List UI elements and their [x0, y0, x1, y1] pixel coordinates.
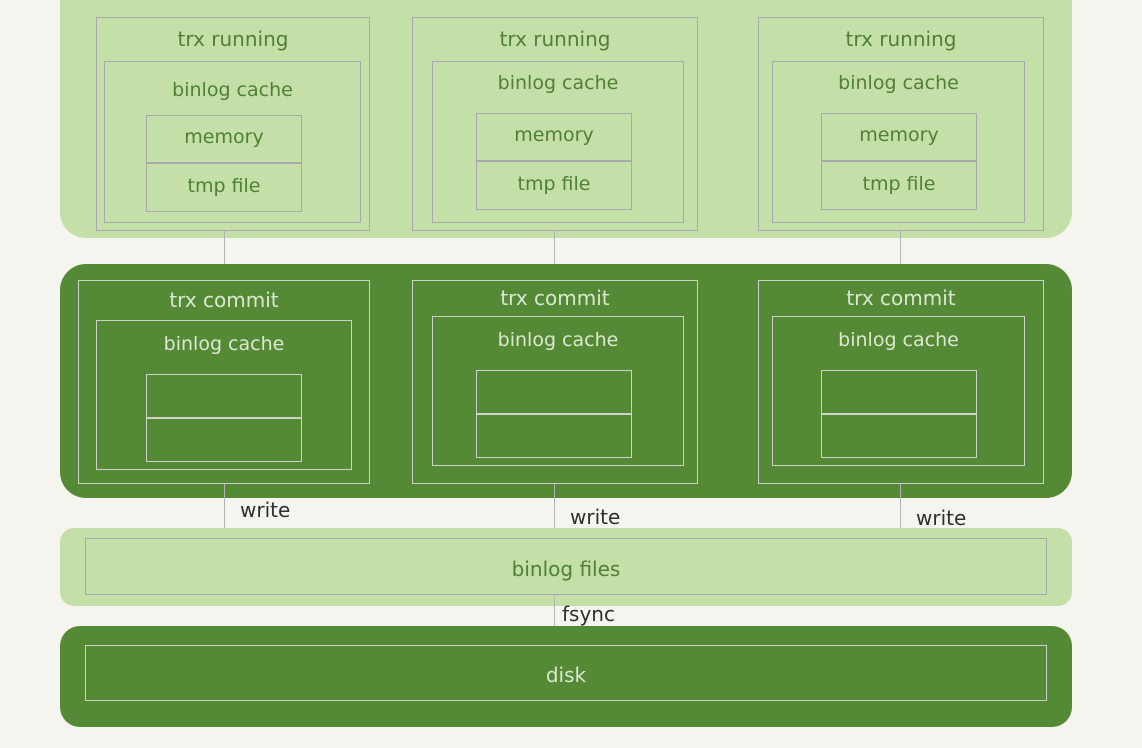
memory-box-1	[146, 115, 302, 163]
arrow-label-write-3: write	[916, 506, 967, 530]
commit-cache-row-box-2a	[476, 370, 632, 414]
arrow-label-write-1: write	[240, 498, 291, 522]
commit-cache-row-box-1a	[146, 374, 302, 418]
commit-cache-row-box-3a	[821, 370, 977, 414]
binlog-flow-diagram: trx running binlog cache memory tmp file…	[0, 0, 1142, 748]
tmp-file-box-3	[821, 161, 977, 210]
commit-cache-row-box-3b	[821, 414, 977, 458]
tmp-file-box-2	[476, 161, 632, 210]
memory-box-2	[476, 113, 632, 161]
tmp-file-box-1	[146, 163, 302, 212]
memory-box-3	[821, 113, 977, 161]
binlog-files-box	[85, 538, 1047, 595]
arrow-label-write-2: write	[570, 505, 621, 529]
commit-cache-row-box-2b	[476, 414, 632, 458]
commit-cache-row-box-1b	[146, 418, 302, 462]
disk-box	[85, 645, 1047, 701]
arrow-label-fsync: fsync	[562, 602, 615, 626]
